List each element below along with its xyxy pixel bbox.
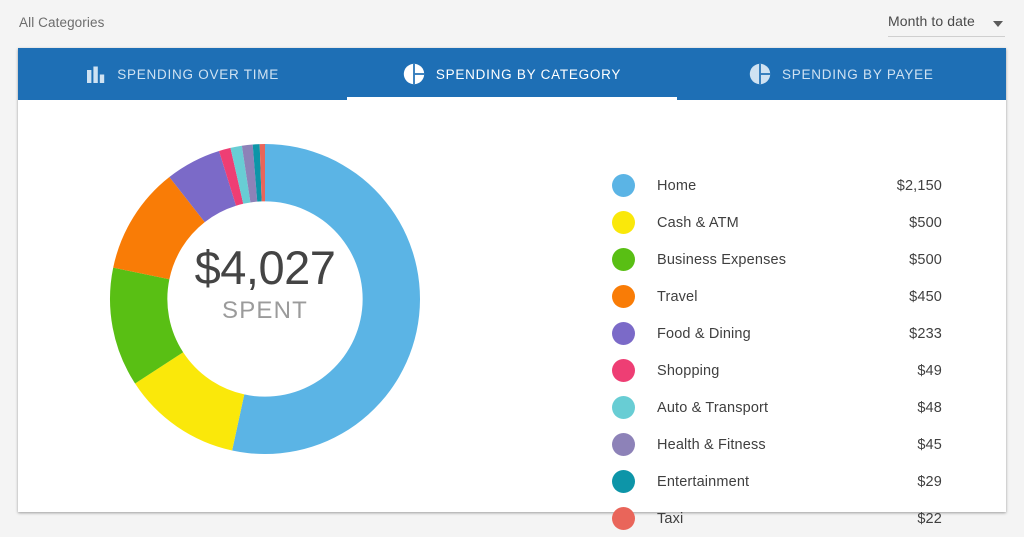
legend-category-name: Travel [657, 288, 698, 305]
date-range-value: Month to date [888, 13, 975, 29]
legend-color-dot [612, 322, 635, 345]
legend-item[interactable]: Auto & Transport $48 [612, 389, 942, 426]
tab-label: SPENDING BY CATEGORY [435, 66, 622, 82]
tab-spending-by-category[interactable]: SPENDING BY CATEGORY [347, 48, 677, 100]
legend-category-name: Health & Fitness [657, 436, 766, 453]
legend-item[interactable]: Business Expenses $500 [612, 241, 942, 278]
pie-chart-icon [749, 63, 771, 85]
legend-color-dot [612, 507, 635, 530]
legend-color-dot [612, 285, 635, 308]
donut-center-amount: $4,027 [194, 241, 336, 294]
tab-spending-over-time[interactable]: SPENDING OVER TIME [18, 48, 347, 100]
legend-category-name: Cash & ATM [657, 214, 739, 231]
legend-color-dot [612, 359, 635, 382]
legend-color-dot [612, 433, 635, 456]
pie-chart-icon [403, 63, 425, 85]
legend-category-amount: $22 [917, 510, 942, 527]
legend-category-name: Food & Dining [657, 325, 751, 342]
legend-item[interactable]: Entertainment $29 [612, 463, 942, 500]
legend-category-amount: $48 [917, 399, 942, 416]
legend-category-amount: $2,150 [896, 177, 942, 194]
legend-category-name: Auto & Transport [657, 399, 769, 416]
tab-spending-by-payee[interactable]: SPENDING BY PAYEE [677, 48, 1006, 100]
chevron-down-icon [993, 21, 1003, 27]
card-body: $4,027 SPENT Home $2,150 Cash & ATM $500 Bus… [18, 100, 1006, 530]
legend-item[interactable]: Taxi $22 [612, 500, 942, 537]
legend-category-amount: $49 [917, 362, 942, 379]
legend-color-dot [612, 470, 635, 493]
bar-chart-icon [86, 66, 106, 83]
legend-item[interactable]: Shopping $49 [612, 352, 942, 389]
donut-center-label: SPENT [221, 297, 308, 324]
spending-card: SPENDING OVER TIME SPENDING BY CATEGORY [18, 48, 1006, 530]
legend-category-name: Home [657, 177, 697, 194]
legend-category-name: Taxi [657, 510, 684, 527]
legend-category-amount: $233 [909, 325, 942, 342]
legend-item[interactable]: Cash & ATM $500 [612, 204, 942, 241]
legend-item[interactable]: Travel $450 [612, 278, 942, 315]
tab-label: SPENDING BY PAYEE [782, 66, 934, 82]
legend-category-name: Shopping [657, 362, 720, 379]
legend-category-amount: $29 [917, 473, 942, 490]
date-range-select[interactable]: Month to date [888, 10, 1005, 37]
legend-item[interactable]: Health & Fitness $45 [612, 426, 942, 463]
spending-donut-chart: $4,027 SPENT [90, 124, 440, 474]
legend-color-dot [612, 396, 635, 419]
legend-color-dot [612, 174, 635, 197]
category-filter-label[interactable]: All Categories [19, 15, 104, 30]
tab-bar: SPENDING OVER TIME SPENDING BY CATEGORY [18, 48, 1006, 100]
legend-category-amount: $500 [909, 214, 942, 231]
legend-item[interactable]: Home $2,150 [612, 167, 942, 204]
legend-color-dot [612, 248, 635, 271]
legend-category-amount: $500 [909, 251, 942, 268]
legend-category-amount: $450 [909, 288, 942, 305]
legend-item[interactable]: Food & Dining $233 [612, 315, 942, 352]
tab-label: SPENDING OVER TIME [117, 66, 280, 82]
legend-category-name: Business Expenses [657, 251, 787, 268]
filter-bar: All Categories Month to date [0, 0, 1024, 48]
legend-category-name: Entertainment [657, 473, 750, 490]
legend-color-dot [612, 211, 635, 234]
legend-category-amount: $45 [917, 436, 942, 453]
category-legend: Home $2,150 Cash & ATM $500 Business Expense… [612, 167, 942, 537]
